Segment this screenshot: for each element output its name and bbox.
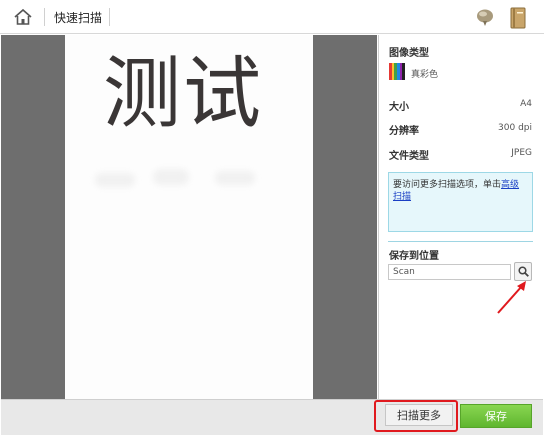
header-separator [109,8,110,26]
scan-smudge [95,173,135,187]
file-type-value: JPEG [511,148,532,158]
scanned-document-text: 测试 [103,49,264,139]
scan-preview-area: 测试 [1,35,377,399]
scan-settings-panel: 图像类型 真彩色 大小 A4 分辨率 300 dpi 文件类型 JPEG 要访问… [378,35,542,399]
resolution-label: 分辨率 [389,126,419,137]
image-type-label: 图像类型 [389,48,429,59]
home-icon [14,8,32,25]
file-type-label: 文件类型 [389,151,429,162]
image-type-value: 真彩色 [411,70,439,80]
annotation-arrow [497,281,526,314]
header-bar: 快速扫描 [0,0,544,34]
home-button[interactable] [8,4,38,30]
search-icon [517,266,529,277]
hint-text: 要访问更多扫描选项，单击 [393,180,502,190]
panel-divider [388,241,533,242]
size-value: A4 [520,99,532,109]
true-color-swatch-icon [389,63,406,80]
page-title: 快速扫描 [54,11,103,25]
manual-book-icon [510,7,526,29]
manual-button[interactable] [508,7,528,29]
resolution-value: 300 dpi [498,123,532,133]
scan-smudge [215,171,255,185]
annotation-highlight-box [374,400,458,432]
help-button[interactable] [474,7,496,29]
save-button[interactable]: 保存 [460,404,532,428]
scanned-page: 测试 [65,35,313,399]
save-location-label: 保存到位置 [389,251,439,262]
size-label: 大小 [389,102,409,113]
header-separator [44,8,45,26]
scan-smudge [153,169,189,185]
advanced-options-hint: 要访问更多扫描选项，单击高级扫描 [388,172,533,232]
help-bubble-icon [477,9,493,26]
